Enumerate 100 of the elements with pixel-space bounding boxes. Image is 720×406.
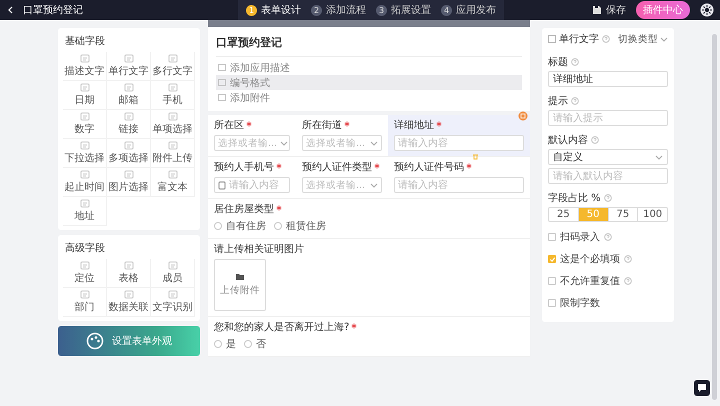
field-icon bbox=[80, 112, 90, 121]
field-type-item[interactable]: 手机 bbox=[151, 81, 195, 110]
field-icon bbox=[80, 290, 90, 299]
field-icon bbox=[124, 170, 134, 179]
save-icon bbox=[592, 5, 602, 15]
checkbox-label: 这是个必填项 bbox=[560, 252, 620, 266]
checkbox[interactable] bbox=[548, 277, 556, 285]
field-icon bbox=[124, 290, 134, 299]
form-field[interactable]: 所在街道 选择或者输... bbox=[296, 115, 388, 156]
field-icon bbox=[168, 54, 178, 63]
palette-icon bbox=[86, 332, 104, 350]
form-field[interactable]: 请上传相关证明图片 上传附件 bbox=[208, 239, 530, 316]
checkbox[interactable] bbox=[548, 299, 556, 307]
field-type-item[interactable]: 地址 bbox=[63, 197, 107, 226]
form-field[interactable]: 您和您的家人是否离开过上海? 是 否 bbox=[208, 317, 530, 356]
scrollbar[interactable] bbox=[712, 34, 717, 400]
form-option[interactable]: 添加应用描述 bbox=[216, 60, 522, 75]
setting-label: 字段占比 % bbox=[548, 192, 601, 205]
field-type-item[interactable]: 文字识别 bbox=[151, 288, 195, 317]
field-type-item[interactable]: 多行文字 bbox=[151, 52, 195, 81]
field-type-item[interactable]: 起止时间 bbox=[63, 168, 107, 197]
field-type-label: 单行文字 bbox=[548, 32, 599, 46]
folder-icon bbox=[236, 273, 244, 280]
field-type-item[interactable]: 链接 bbox=[107, 110, 151, 139]
field-icon bbox=[124, 112, 134, 121]
upload-button[interactable]: 上传附件 bbox=[214, 259, 266, 311]
chat-button[interactable] bbox=[694, 380, 710, 396]
radio-option[interactable]: 否 bbox=[244, 337, 266, 351]
input-field[interactable]: 详细地址 bbox=[548, 71, 668, 87]
form-title: 口罩预约登记 bbox=[216, 31, 522, 57]
radio-option[interactable]: 租赁住房 bbox=[274, 219, 326, 233]
field-type-item[interactable]: 数字 bbox=[63, 110, 107, 139]
field-type-item[interactable]: 描述文字 bbox=[63, 52, 107, 81]
field-label: 详细地址 bbox=[394, 119, 434, 132]
field-icon bbox=[80, 54, 90, 63]
field-icon bbox=[168, 112, 178, 121]
select-field[interactable]: 自定义 bbox=[548, 149, 668, 165]
field-icon bbox=[124, 141, 134, 150]
field-icon bbox=[124, 261, 134, 270]
field-label: 居住房屋类型 bbox=[214, 203, 274, 216]
section-title: 基础字段 bbox=[64, 34, 106, 49]
field-type-item[interactable]: 多项选择 bbox=[107, 139, 151, 168]
checkbox-label: 扫码录入 bbox=[560, 230, 600, 244]
form-option[interactable]: 添加附件 bbox=[216, 90, 522, 105]
field-type-item[interactable]: 图片选择 bbox=[107, 168, 151, 197]
help-icon bbox=[571, 97, 579, 105]
form-field[interactable]: 所在区 选择或者输... bbox=[208, 115, 296, 156]
checkbox[interactable] bbox=[548, 233, 556, 241]
field-type-item[interactable]: 定位 bbox=[63, 259, 107, 288]
form-field[interactable]: 预约人证件号码 请输入内容 bbox=[388, 157, 530, 198]
field-type-item[interactable]: 数据关联 bbox=[107, 288, 151, 317]
checkbox[interactable] bbox=[548, 255, 556, 263]
field-type-item[interactable]: 邮箱 bbox=[107, 81, 151, 110]
field-label: 预约人证件类型 bbox=[302, 161, 372, 174]
field-type-item[interactable]: 单项选择 bbox=[151, 110, 195, 139]
chevron-icon bbox=[660, 36, 668, 42]
width-option[interactable]: 100 bbox=[638, 208, 667, 221]
field-icon bbox=[168, 290, 178, 299]
save-button[interactable]: 保存 bbox=[592, 3, 626, 17]
phone-icon bbox=[218, 180, 226, 190]
form-field[interactable]: 预约人证件类型 选择或者输... bbox=[296, 157, 388, 198]
field-icon bbox=[124, 54, 134, 63]
step-tab[interactable]: 4 应用发布 bbox=[441, 3, 496, 17]
field-label: 所在区 bbox=[214, 119, 244, 132]
field-type-item[interactable]: 单行文字 bbox=[107, 52, 151, 81]
field-type-item[interactable]: 部门 bbox=[63, 288, 107, 317]
back-icon bbox=[6, 5, 15, 15]
setting-label: 提示 bbox=[548, 95, 568, 108]
field-icon bbox=[168, 141, 178, 150]
form-field[interactable]: 居住房屋类型 自有住房 租赁住房 bbox=[208, 199, 530, 238]
width-option[interactable]: 75 bbox=[608, 208, 638, 221]
field-type-item[interactable]: 表格 bbox=[107, 259, 151, 288]
step-tab[interactable]: 3 拓展设置 bbox=[376, 3, 431, 17]
field-icon bbox=[168, 83, 178, 92]
field-type-item[interactable]: 附件上传 bbox=[151, 139, 195, 168]
chevron-icon bbox=[370, 140, 378, 146]
field-icon bbox=[548, 35, 556, 43]
field-type-item[interactable]: 下拉选择 bbox=[63, 139, 107, 168]
help-icon bbox=[602, 35, 610, 43]
help-icon bbox=[591, 136, 599, 144]
step-tab[interactable]: 2 添加流程 bbox=[311, 3, 366, 17]
chevron-icon bbox=[280, 140, 288, 146]
field-type-item[interactable]: 富文本 bbox=[151, 168, 195, 197]
section-title: 高级字段 bbox=[64, 242, 106, 256]
delete-icon bbox=[472, 152, 479, 160]
field-type-item[interactable]: 成员 bbox=[151, 259, 195, 288]
switch-type-button[interactable]: 切换类型 bbox=[618, 32, 668, 46]
field-icon bbox=[80, 261, 90, 270]
field-icon bbox=[124, 83, 134, 92]
form-field[interactable]: 预约人手机号 请输入内容 bbox=[208, 157, 296, 198]
setting-label: 默认内容 bbox=[548, 134, 588, 147]
checkbox-label: 限制字数 bbox=[560, 296, 600, 310]
chat-icon bbox=[697, 383, 707, 393]
field-icon bbox=[80, 170, 90, 179]
field-type-item[interactable]: 日期 bbox=[63, 81, 107, 110]
check-icon bbox=[548, 256, 556, 262]
step-tab[interactable]: 1 表单设计 bbox=[246, 3, 301, 17]
radio-option[interactable]: 是 bbox=[214, 337, 236, 351]
field-label: 预约人证件号码 bbox=[394, 161, 464, 174]
radio-option[interactable]: 自有住房 bbox=[214, 219, 266, 233]
